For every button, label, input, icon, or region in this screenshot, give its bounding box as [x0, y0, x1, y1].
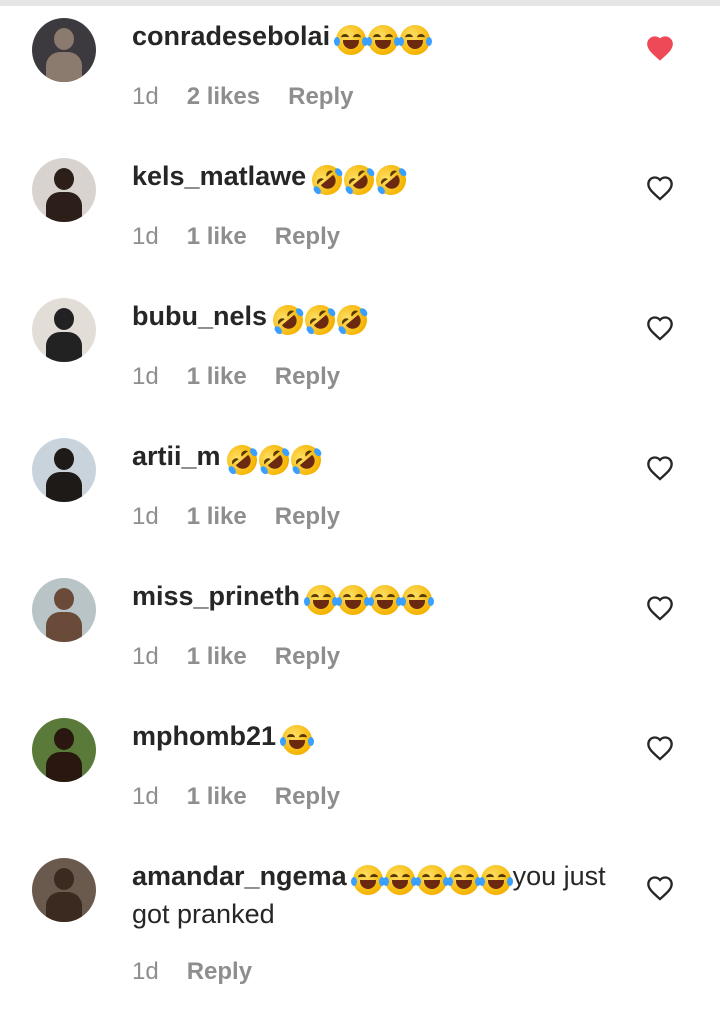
comment-text: miss_prineth: [132, 578, 612, 616]
comment-row: mphomb21 1d 1 like Reply: [0, 700, 720, 840]
emoji-group: [280, 720, 315, 756]
comment-username[interactable]: mphomb21: [132, 721, 276, 751]
rofl-emoji-icon: [337, 158, 381, 201]
rofl-emoji-icon: [305, 158, 349, 201]
reply-button[interactable]: Reply: [275, 363, 340, 390]
comment-timestamp: 1d: [132, 643, 159, 670]
reply-button[interactable]: Reply: [275, 783, 340, 810]
rofl-emoji-icon: [298, 298, 342, 341]
comment-row: miss_prineth 1d 1 like Reply: [0, 560, 720, 700]
emoji-group: [304, 580, 435, 616]
heart-outline-icon[interactable]: [646, 315, 674, 341]
comment-row: conradesebolai 1d 2 likes Reply: [0, 0, 720, 140]
rofl-emoji-icon: [252, 438, 295, 481]
tears-of-joy-emoji-icon: [304, 584, 339, 615]
avatar[interactable]: [32, 298, 96, 362]
comment-row: bubu_nels 1d 1 like Reply: [0, 280, 720, 420]
rofl-emoji-icon: [220, 438, 263, 481]
avatar[interactable]: [32, 718, 96, 782]
rofl-emoji-icon: [330, 298, 374, 341]
reply-button[interactable]: Reply: [275, 503, 340, 530]
comment-row: kels_matlawe 1d 1 like Reply: [0, 140, 720, 280]
rofl-emoji-icon: [266, 298, 310, 341]
avatar[interactable]: [32, 438, 96, 502]
rofl-emoji-icon: [284, 438, 327, 481]
tears-of-joy-emoji-icon: [398, 24, 433, 55]
rofl-emoji-icon: [369, 158, 413, 201]
comment-meta: 1d 1 like Reply: [132, 362, 368, 392]
comment-timestamp: 1d: [132, 503, 159, 530]
comment-text: bubu_nels: [132, 298, 612, 341]
comment-row: artii_m 1d 1 like Reply: [0, 420, 720, 560]
comment-timestamp: 1d: [132, 783, 159, 810]
tears-of-joy-emoji-icon: [334, 24, 369, 55]
comment-row: amandar_ngema you just got pranked 1d Reply: [0, 840, 720, 985]
tears-of-joy-emoji-icon: [414, 864, 449, 895]
emoji-group: [350, 860, 513, 896]
comment-timestamp: 1d: [132, 83, 159, 110]
comment-timestamp: 1d: [132, 363, 159, 390]
reply-button[interactable]: Reply: [288, 83, 353, 110]
comment-text: kels_matlawe: [132, 158, 612, 201]
comment-meta: 1d 1 like Reply: [132, 642, 368, 672]
tears-of-joy-emoji-icon: [400, 584, 435, 615]
likes-count[interactable]: 1 like: [187, 363, 247, 390]
comment-username[interactable]: conradesebolai: [132, 21, 330, 51]
tears-of-joy-emoji-icon: [382, 864, 417, 895]
reply-button[interactable]: Reply: [275, 643, 340, 670]
avatar[interactable]: [32, 578, 96, 642]
comment-meta: 1d 1 like Reply: [132, 782, 368, 812]
emoji-group: [305, 158, 413, 201]
comment-timestamp: 1d: [132, 223, 159, 250]
likes-count[interactable]: 1 like: [187, 783, 247, 810]
tears-of-joy-emoji-icon: [478, 864, 513, 895]
avatar[interactable]: [32, 858, 96, 922]
comment-text: artii_m: [132, 438, 612, 481]
comment-timestamp: 1d: [132, 958, 159, 985]
likes-count[interactable]: 1 like: [187, 643, 247, 670]
comment-text: conradesebolai: [132, 18, 612, 56]
avatar[interactable]: [32, 158, 96, 222]
comment-username[interactable]: miss_prineth: [132, 581, 300, 611]
likes-count[interactable]: 1 like: [187, 503, 247, 530]
comment-meta: 1d 1 like Reply: [132, 502, 368, 532]
emoji-group: [266, 298, 374, 341]
comment-meta: 1d 1 like Reply: [132, 222, 368, 252]
heart-outline-icon[interactable]: [646, 455, 674, 481]
reply-button[interactable]: Reply: [275, 223, 340, 250]
heart-outline-icon[interactable]: [646, 595, 674, 621]
avatar[interactable]: [32, 18, 96, 82]
emoji-group: [334, 20, 433, 56]
comment-text: mphomb21: [132, 718, 612, 756]
tears-of-joy-emoji-icon: [350, 864, 385, 895]
likes-count[interactable]: 1 like: [187, 223, 247, 250]
likes-count[interactable]: 2 likes: [187, 83, 260, 110]
heart-outline-icon[interactable]: [646, 875, 674, 901]
tears-of-joy-emoji-icon: [446, 864, 481, 895]
tears-of-joy-emoji-icon: [366, 24, 401, 55]
heart-outline-icon[interactable]: [646, 175, 674, 201]
heart-outline-icon[interactable]: [646, 735, 674, 761]
reply-button[interactable]: Reply: [187, 958, 252, 985]
comment-username[interactable]: amandar_ngema: [132, 861, 347, 891]
comment-text: amandar_ngema you just got pranked: [132, 858, 612, 932]
tears-of-joy-emoji-icon: [280, 724, 315, 755]
comment-username[interactable]: artii_m: [132, 441, 221, 471]
heart-filled-icon[interactable]: [646, 35, 674, 61]
tears-of-joy-emoji-icon: [336, 584, 371, 615]
comment-meta: 1d Reply: [132, 957, 280, 987]
comment-meta: 1d 2 likes Reply: [132, 82, 381, 112]
comment-username[interactable]: bubu_nels: [132, 301, 267, 331]
emoji-group: [220, 438, 327, 481]
comment-username[interactable]: kels_matlawe: [132, 161, 306, 191]
tears-of-joy-emoji-icon: [368, 584, 403, 615]
